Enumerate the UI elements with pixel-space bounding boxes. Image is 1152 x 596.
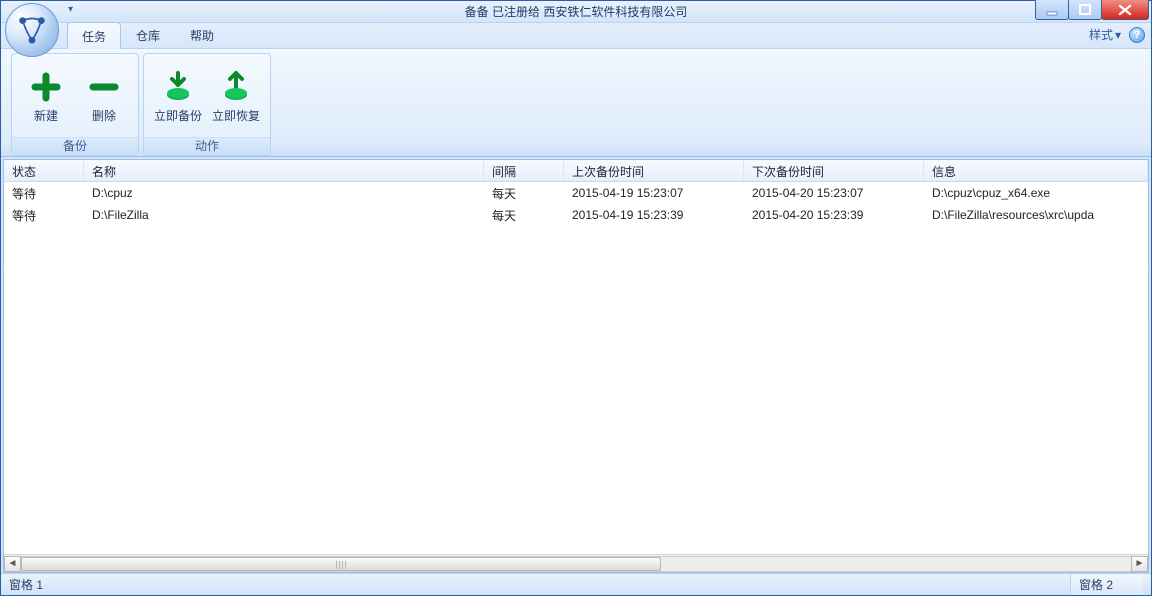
- minimize-button[interactable]: [1035, 0, 1069, 20]
- style-dropdown[interactable]: 样式 ▾: [1089, 26, 1121, 43]
- window-controls: [1036, 0, 1149, 20]
- main-window: 备备 已注册给 西安铁仁软件科技有限公司 ▾ 任务: [0, 0, 1152, 596]
- group-action-label: 动作: [144, 137, 270, 155]
- col-status[interactable]: 状态: [4, 160, 84, 181]
- col-name[interactable]: 名称: [84, 160, 484, 181]
- restore-now-icon: [220, 71, 252, 103]
- quick-access-toolbar: ▾: [65, 4, 76, 15]
- cell-last: 2015-04-19 15:23:07: [564, 186, 744, 200]
- tab-repository[interactable]: 仓库: [121, 21, 175, 48]
- new-button[interactable]: 新建: [20, 67, 72, 128]
- cell-status: 等待: [4, 207, 84, 224]
- app-logo-icon: [15, 13, 49, 47]
- cell-next: 2015-04-20 15:23:39: [744, 208, 924, 222]
- close-icon: [1118, 4, 1132, 16]
- ribbon-tabs: 任务 仓库 帮助 样式 ▾ ?: [1, 23, 1151, 49]
- maximize-button[interactable]: [1068, 0, 1102, 20]
- close-button[interactable]: [1101, 0, 1149, 20]
- window-title: 备备 已注册给 西安铁仁软件科技有限公司: [1, 3, 1151, 20]
- scroll-right-button[interactable]: ►: [1131, 556, 1148, 572]
- col-interval[interactable]: 间隔: [484, 160, 564, 181]
- cell-next: 2015-04-20 15:23:07: [744, 186, 924, 200]
- group-backup-label: 备份: [12, 137, 138, 155]
- style-label: 样式: [1089, 26, 1113, 43]
- cell-interval: 每天: [484, 207, 564, 224]
- app-menu-orb-area: [5, 3, 63, 61]
- grid-header: 状态 名称 间隔 上次备份时间 下次备份时间 信息: [4, 160, 1148, 182]
- task-grid: 状态 名称 间隔 上次备份时间 下次备份时间 信息 等待D:\cpuz每天201…: [3, 159, 1149, 573]
- scroll-track[interactable]: [21, 556, 1131, 572]
- help-button[interactable]: ?: [1129, 27, 1145, 43]
- backup-now-button[interactable]: 立即备份: [152, 67, 204, 128]
- cell-name: D:\cpuz: [84, 186, 484, 200]
- cell-info: D:\cpuz\cpuz_x64.exe: [924, 186, 1148, 200]
- col-next[interactable]: 下次备份时间: [744, 160, 924, 181]
- table-row[interactable]: 等待D:\FileZilla每天2015-04-19 15:23:392015-…: [4, 204, 1148, 226]
- new-label: 新建: [34, 107, 58, 124]
- col-info[interactable]: 信息: [924, 160, 1148, 181]
- restore-now-button[interactable]: 立即恢复: [210, 67, 262, 128]
- minimize-icon: [1046, 4, 1058, 16]
- scroll-left-button[interactable]: ◄: [4, 556, 21, 572]
- cell-name: D:\FileZilla: [84, 208, 484, 222]
- ribbon: 新建 删除 备份: [1, 49, 1151, 157]
- minus-icon: [88, 71, 120, 103]
- delete-button[interactable]: 删除: [78, 67, 130, 128]
- plus-icon: [30, 71, 62, 103]
- chevron-down-icon: ▾: [1115, 28, 1121, 42]
- backup-now-label: 立即备份: [154, 107, 202, 124]
- titlebar: 备备 已注册给 西安铁仁软件科技有限公司: [1, 1, 1151, 23]
- ribbon-group-action: 立即备份 立即恢复 动作: [143, 53, 271, 156]
- scroll-thumb[interactable]: [21, 557, 661, 571]
- restore-now-label: 立即恢复: [212, 107, 260, 124]
- delete-label: 删除: [92, 107, 116, 124]
- statusbar: 窗格 1 窗格 2: [1, 573, 1151, 595]
- status-pane-2: 窗格 2: [1070, 574, 1143, 595]
- cell-last: 2015-04-19 15:23:39: [564, 208, 744, 222]
- maximize-icon: [1079, 4, 1091, 16]
- ribbon-group-backup: 新建 删除 备份: [11, 53, 139, 156]
- qat-customize-button[interactable]: ▾: [65, 4, 76, 15]
- grid-body: 等待D:\cpuz每天2015-04-19 15:23:072015-04-20…: [4, 182, 1148, 554]
- cell-status: 等待: [4, 185, 84, 202]
- cell-interval: 每天: [484, 185, 564, 202]
- cell-info: D:\FileZilla\resources\xrc\upda: [924, 208, 1148, 222]
- status-pane-1: 窗格 1: [9, 576, 43, 593]
- table-row[interactable]: 等待D:\cpuz每天2015-04-19 15:23:072015-04-20…: [4, 182, 1148, 204]
- tab-help[interactable]: 帮助: [175, 21, 229, 48]
- tab-tasks[interactable]: 任务: [67, 22, 121, 49]
- col-last[interactable]: 上次备份时间: [564, 160, 744, 181]
- app-menu-button[interactable]: [5, 3, 59, 57]
- backup-now-icon: [162, 71, 194, 103]
- horizontal-scrollbar[interactable]: ◄ ►: [4, 554, 1148, 572]
